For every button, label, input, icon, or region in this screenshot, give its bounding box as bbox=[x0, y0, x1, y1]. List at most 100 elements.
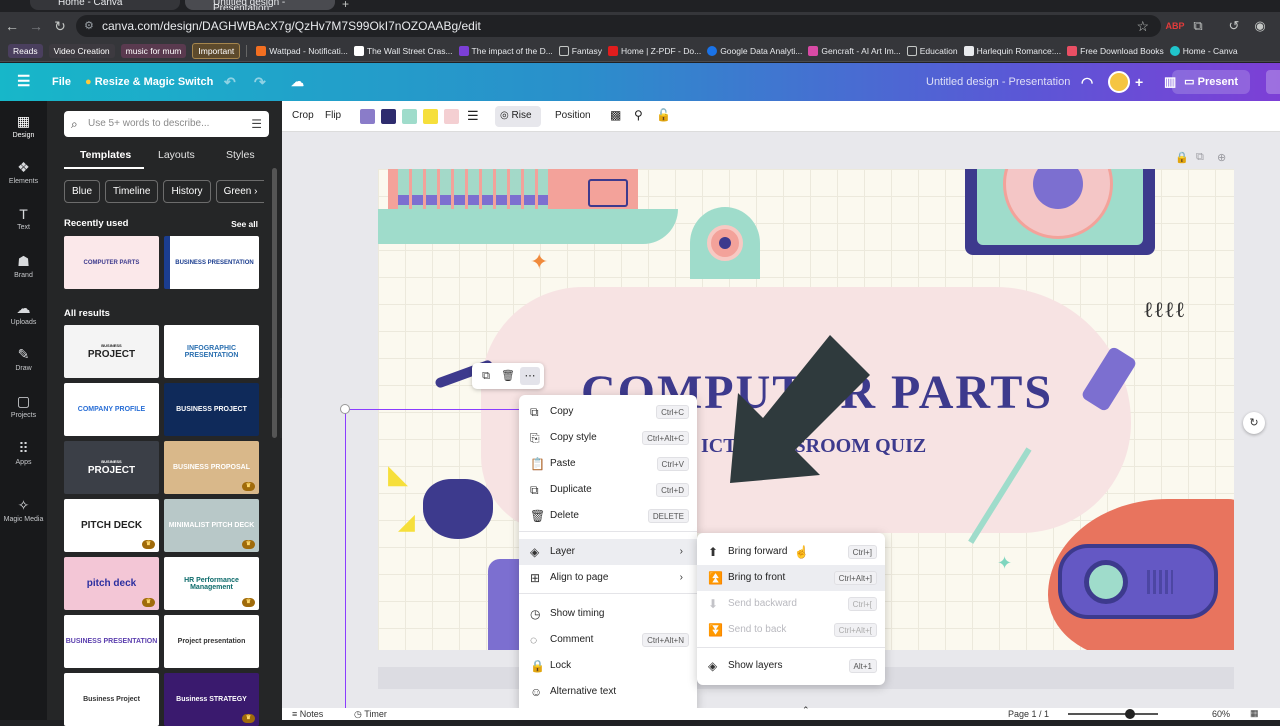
menu-item-lock[interactable]: 🔒 Lock bbox=[519, 653, 697, 679]
rail-text[interactable]: T Text bbox=[0, 206, 47, 231]
bookmark-star-icon[interactable]: ☆ bbox=[1136, 15, 1149, 37]
color-swatch[interactable] bbox=[360, 109, 375, 124]
template-thumb[interactable]: HR Performance Management ♛ bbox=[164, 557, 259, 610]
trash-icon[interactable]: 🗑 bbox=[498, 367, 518, 385]
extension-abp-icon[interactable]: ABP bbox=[1165, 16, 1185, 36]
recent-template-thumb[interactable]: BUSINESS PRESENTATION bbox=[164, 236, 259, 289]
template-thumb[interactable]: BUSINESS PROJECT bbox=[164, 383, 259, 436]
tab-styles[interactable]: Styles bbox=[226, 149, 255, 161]
bookmark-item[interactable]: The impact of the D... bbox=[458, 45, 553, 56]
zoom-slider-thumb[interactable] bbox=[1125, 709, 1135, 719]
forward-icon[interactable]: → bbox=[24, 18, 48, 34]
panel-scrollbar[interactable] bbox=[272, 168, 277, 438]
browser-tab-home[interactable]: Home - Canva bbox=[30, 0, 180, 10]
fan-illustration[interactable] bbox=[965, 169, 1155, 255]
extensions-puzzle-icon[interactable]: ⧉ bbox=[1188, 16, 1208, 36]
crop-button[interactable]: Crop bbox=[292, 110, 314, 121]
submenu-item-show-layers[interactable]: ◈ Show layers Alt+1 bbox=[697, 653, 885, 679]
chevron-up-icon[interactable]: ⌃ bbox=[802, 705, 810, 716]
color-swatch[interactable] bbox=[402, 109, 417, 124]
notes-button[interactable]: ≡ Notes bbox=[292, 709, 323, 719]
template-thumb[interactable]: Business STRATEGY ♛ bbox=[164, 673, 259, 726]
site-settings-icon[interactable]: ⚙ bbox=[84, 15, 94, 37]
present-button[interactable]: ▭ Present bbox=[1172, 70, 1250, 94]
template-thumb[interactable]: INFOGRAPHIC PRESENTATION bbox=[164, 325, 259, 378]
reload-icon[interactable]: ↻ bbox=[48, 18, 72, 35]
undo-icon[interactable]: ↶ bbox=[224, 63, 236, 101]
bookmark-item[interactable]: Gencraft - AI Art Im... bbox=[808, 45, 901, 56]
bookmark-folder-chip[interactable]: Video Creation bbox=[48, 43, 115, 58]
bookmark-item[interactable]: Google Data Analyti... bbox=[707, 45, 802, 56]
chip-timeline[interactable]: Timeline bbox=[105, 180, 159, 203]
template-thumb[interactable]: COMPANY PROFILE bbox=[64, 383, 159, 436]
duplicate-icon[interactable]: ⧉ bbox=[476, 367, 496, 385]
template-thumb[interactable]: BUSINESS PRESENTATION bbox=[64, 615, 159, 668]
url-input[interactable]: ⚙ canva.com/design/DAGHWBAcX7g/QzHv7M7S9… bbox=[76, 15, 1161, 37]
template-thumb[interactable]: MINIMALIST PITCH DECK ♛ bbox=[164, 499, 259, 552]
resize-magic-switch-button[interactable]: ● Resize & Magic Switch bbox=[85, 63, 213, 101]
bookmark-item[interactable]: Education bbox=[906, 45, 958, 56]
bookmark-item[interactable]: Free Download Books bbox=[1067, 45, 1164, 56]
menu-item-align-to-page[interactable]: ⊞ Align to page › bbox=[519, 565, 697, 591]
submenu-item-bring-to-front[interactable]: ⏫ Bring to front Ctrl+Alt+] bbox=[697, 565, 885, 591]
rail-magic-media[interactable]: ✧ Magic Media bbox=[0, 497, 47, 523]
zoom-slider[interactable] bbox=[1068, 709, 1158, 719]
history-icon[interactable]: ↺ bbox=[1224, 16, 1244, 36]
bookmark-item[interactable]: The Wall Street Cras... bbox=[353, 45, 453, 56]
chip-green[interactable]: Green › bbox=[215, 180, 265, 203]
see-all-link[interactable]: See all bbox=[231, 219, 258, 229]
lock-icon[interactable]: 🔓 bbox=[656, 108, 671, 122]
bookmark-folder-chip[interactable]: Reads bbox=[8, 43, 43, 58]
menu-item-layer[interactable]: ◈ Layer › bbox=[519, 539, 697, 565]
menu-hamburger-icon[interactable]: ☰ bbox=[17, 63, 30, 101]
redo-icon[interactable]: ↷ bbox=[254, 63, 266, 101]
slide-duplicate-icon[interactable]: ⧉ bbox=[1196, 151, 1204, 164]
position-button[interactable]: Position bbox=[555, 110, 591, 121]
template-thumb[interactable]: Project presentation bbox=[164, 615, 259, 668]
rotate-handle[interactable] bbox=[340, 404, 350, 414]
slide-add-icon[interactable]: ⊕ bbox=[1217, 151, 1226, 164]
rail-apps[interactable]: ⠿ Apps bbox=[0, 440, 47, 466]
rail-projects[interactable]: ▢ Projects bbox=[0, 393, 47, 419]
rail-draw[interactable]: ✎ Draw bbox=[0, 346, 47, 372]
add-collaborator-icon[interactable]: + bbox=[1135, 63, 1143, 101]
template-search-input[interactable]: ⌕ Use 5+ words to describe... ☰ bbox=[64, 111, 269, 137]
collaborator-avatar[interactable] bbox=[1108, 71, 1130, 93]
menu-item-comment[interactable]: ◌ Comment Ctrl+Alt+N bbox=[519, 627, 697, 653]
bookmark-item[interactable]: Harlequin Romance:... bbox=[963, 45, 1061, 56]
menu-item-delete[interactable]: 🗑 Delete DELETE bbox=[519, 503, 697, 529]
menu-item-copy[interactable]: ⧉ Copy Ctrl+C bbox=[519, 399, 697, 425]
template-thumb[interactable]: BUSINESS PROPOSAL ♛ bbox=[164, 441, 259, 494]
browser-tab-design[interactable]: Untitled design - Presentation bbox=[185, 0, 335, 10]
bookmark-item[interactable]: Fantasy bbox=[558, 45, 602, 56]
document-title[interactable]: Untitled design - Presentation bbox=[926, 63, 1070, 101]
slide-lock-icon[interactable]: 🔒 bbox=[1175, 151, 1189, 164]
tab-layouts[interactable]: Layouts bbox=[158, 149, 195, 161]
bookmark-item[interactable]: Home - Canva bbox=[1169, 45, 1238, 56]
recent-template-thumb[interactable]: COMPUTER PARTS bbox=[64, 236, 159, 289]
menu-item-duplicate[interactable]: ⧉ Duplicate Ctrl+D bbox=[519, 477, 697, 503]
webcam-illustration[interactable] bbox=[690, 207, 760, 279]
profile-avatar-icon[interactable]: ◉ bbox=[1250, 16, 1270, 36]
rail-brand[interactable]: ☗ Brand bbox=[0, 253, 47, 279]
menu-item-copy-style[interactable]: ⎘ Copy style Ctrl+Alt+C bbox=[519, 425, 697, 451]
color-swatch[interactable] bbox=[423, 109, 438, 124]
bookmark-item[interactable]: Home | Z-PDF - Do... bbox=[608, 45, 701, 56]
template-thumb[interactable]: Business Project bbox=[64, 673, 159, 726]
refresh-assistant-icon[interactable]: ↻ bbox=[1243, 412, 1265, 434]
flip-button[interactable]: Flip bbox=[325, 110, 341, 121]
new-tab-icon[interactable]: + bbox=[342, 0, 349, 11]
rail-elements[interactable]: ❖ Elements bbox=[0, 159, 47, 185]
desk-webcam-illustration[interactable] bbox=[1058, 544, 1218, 619]
line-weight-icon[interactable]: ☰ bbox=[467, 108, 479, 124]
grid-view-icon[interactable]: ▦ bbox=[1250, 708, 1259, 719]
more-options-icon[interactable]: ⋯ bbox=[520, 367, 540, 385]
bookmark-item[interactable]: Wattpad - Notificati... bbox=[256, 45, 348, 56]
menu-item-alternative-text[interactable]: ☺ Alternative text bbox=[519, 679, 697, 705]
template-thumb[interactable]: BUSINESS PROJECT bbox=[64, 325, 159, 378]
share-button[interactable] bbox=[1266, 70, 1280, 94]
file-menu-button[interactable]: File bbox=[52, 63, 71, 101]
bookmark-folder-chip[interactable]: music for mum bbox=[120, 43, 187, 58]
paint-format-icon[interactable]: ⚲ bbox=[634, 108, 643, 122]
submenu-item-bring-forward[interactable]: ⬆ Bring forward Ctrl+] bbox=[697, 539, 885, 565]
